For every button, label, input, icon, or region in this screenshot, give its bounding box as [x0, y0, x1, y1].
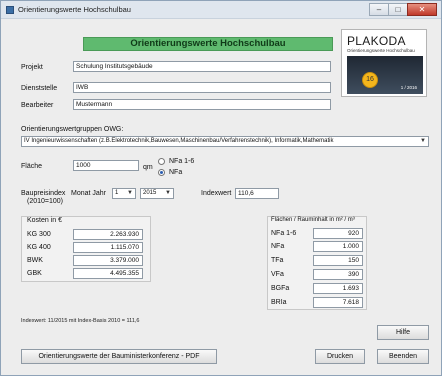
flaechen-label-bria: BRIa [271, 299, 287, 306]
flaechen-title: Flächen / Rauminhalt in m² / m³ [271, 217, 355, 223]
app-icon [6, 6, 14, 14]
dienststelle-input[interactable]: IWB [73, 82, 331, 93]
window-title: Orientierungswerte Hochschulbau [18, 5, 131, 14]
owg-label: Orientierungswertgruppen OWG: [21, 126, 124, 133]
baupreis-sublabel: (2010=100) [27, 198, 64, 205]
indexwert-note: Indexwert: 11/2015 mit Index-Basis 2010 … [21, 318, 140, 324]
kosten-label-bwk: BWK [27, 257, 43, 264]
kosten-value-gbk: 4.495.355 [73, 268, 143, 279]
chevron-down-icon: ▼ [127, 190, 133, 196]
projekt-input[interactable]: Schulung Institutsgebäude [73, 61, 331, 72]
jahr-value: 2015 [143, 190, 157, 196]
radio-nfa[interactable] [158, 169, 165, 176]
logo-year: 1 / 2016 [400, 85, 417, 90]
minimize-button[interactable]: – [369, 3, 389, 16]
kosten-value-kg400: 1.115.070 [73, 242, 143, 253]
flaechen-value-bria: 7.618 [313, 297, 363, 308]
flaechen-value-nfa16: 920 [313, 228, 363, 239]
indexwert-input[interactable]: 110,6 [235, 188, 279, 199]
chevron-down-icon: ▼ [165, 190, 171, 196]
monat-select[interactable]: 1 ▼ [112, 188, 136, 199]
flaeche-label: Fläche [21, 163, 43, 170]
baupreis-label: Baupreisindex [21, 190, 66, 197]
flaechen-value-bgfa: 1.693 [313, 283, 363, 294]
dienststelle-label: Dienststelle [21, 85, 58, 92]
kosten-value-kg300: 2.263.930 [73, 229, 143, 240]
kosten-label-kg300: KG 300 [27, 231, 51, 238]
kosten-value-bwk: 3.379.000 [73, 255, 143, 266]
jahr-select[interactable]: 2015 ▼ [140, 188, 174, 199]
app-window: Orientierungswerte Hochschulbau – □ ✕ Or… [0, 0, 442, 376]
flaechen-value-vfa: 390 [313, 269, 363, 280]
flaeche-input[interactable]: 1000 [73, 160, 139, 171]
flaechen-label-vfa: VFa [271, 271, 284, 278]
close-button[interactable]: ✕ [407, 3, 437, 16]
kosten-title: Kosten in € [27, 217, 63, 224]
owg-selected-value: IV Ingenieurwissenschaften (z.B.Elektrot… [24, 138, 334, 144]
logo-brand: PLAKODA [347, 34, 406, 48]
logo-badge: 16 [362, 72, 378, 88]
logo-subtitle: Orientierungswerte Hochschulbau [347, 48, 415, 53]
bearbeiter-input[interactable]: Mustermann [73, 99, 331, 110]
flaeche-unit: qm [143, 164, 153, 171]
kosten-label-kg400: KG 400 [27, 244, 51, 251]
monat-value: 1 [115, 190, 119, 196]
flaechen-label-bgfa: BGFa [271, 285, 290, 292]
flaechen-label-nfa16: NFa 1-6 [271, 230, 297, 237]
hilfe-button[interactable]: Hilfe [377, 325, 429, 340]
flaechen-label-nfa: NFa [271, 243, 285, 250]
header-title: Orientierungswerte Hochschulbau [130, 38, 286, 49]
beenden-button[interactable]: Beenden [377, 349, 429, 364]
radio-nfa-label: NFa [169, 169, 183, 176]
radio-nfa16-label: NFa 1-6 [169, 158, 195, 165]
flaechen-value-tfa: 150 [313, 255, 363, 266]
flaechen-value-nfa: 1.000 [313, 241, 363, 252]
maximize-button[interactable]: □ [388, 3, 408, 16]
monat-jahr-label: Monat Jahr [71, 190, 107, 197]
plakoda-logo: PLAKODA Orientierungswerte Hochschulbau … [341, 29, 427, 97]
logo-cover-image: 1 / 2016 [347, 56, 423, 94]
chevron-down-icon: ▼ [420, 138, 426, 144]
drucken-button[interactable]: Drucken [315, 349, 365, 364]
radio-nfa16[interactable] [158, 158, 165, 165]
header-banner: Orientierungswerte Hochschulbau [83, 37, 333, 51]
flaechen-label-tfa: TFa [271, 257, 284, 264]
kosten-label-gbk: GBK [27, 270, 42, 277]
title-bar: Orientierungswerte Hochschulbau – □ ✕ [1, 1, 441, 19]
owg-select[interactable]: IV Ingenieurwissenschaften (z.B.Elektrot… [21, 136, 429, 147]
projekt-label: Projekt [21, 64, 43, 71]
pdf-button[interactable]: Orientierungswerte der Bauministerkonfer… [21, 349, 217, 364]
indexwert-label: Indexwert [201, 190, 232, 197]
bearbeiter-label: Bearbeiter [21, 102, 54, 109]
